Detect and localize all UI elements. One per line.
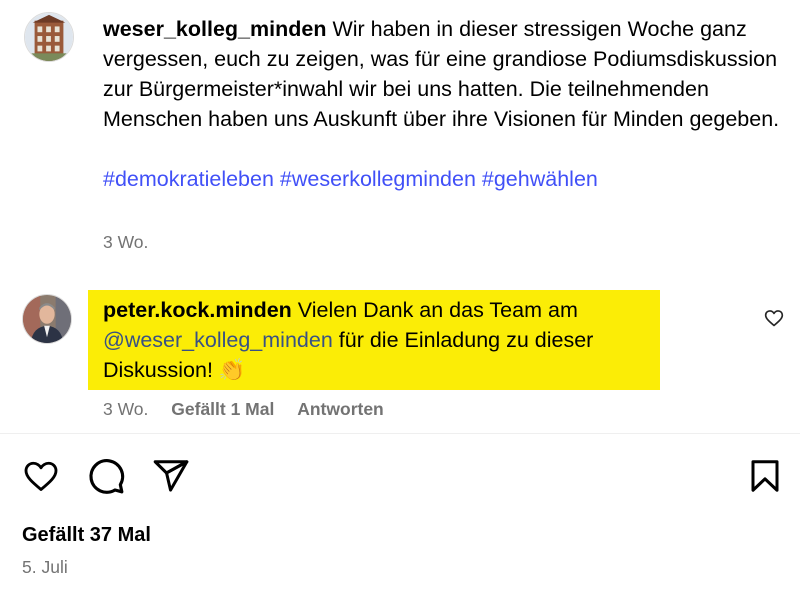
send-icon[interactable] [152, 457, 190, 495]
hashtag-link[interactable]: #demokratieleben [103, 167, 274, 191]
building-photo [25, 13, 73, 61]
comment-body-start: Vielen Dank an das Team am [297, 298, 578, 322]
commenter-avatar[interactable] [22, 294, 72, 344]
divider [0, 433, 800, 434]
post-caption: weser_kolleg_minden Wir haben in dieser … [103, 14, 783, 194]
hashtag-list: #demokratieleben #weserkollegminden #geh… [103, 164, 783, 194]
comment-username[interactable]: peter.kock.minden [103, 298, 292, 322]
post-date[interactable]: 5. Juli [22, 557, 68, 578]
bookmark-icon[interactable] [747, 457, 783, 495]
heart-icon[interactable] [22, 458, 60, 494]
hashtag-link[interactable]: #weserkollegminden [280, 167, 476, 191]
comment-text: peter.kock.minden Vielen Dank an das Tea… [103, 295, 653, 385]
comment-meta: 3 Wo. Gefällt 1 Mal Antworten [103, 399, 384, 420]
comment-likes-button[interactable]: Gefällt 1 Mal [171, 399, 274, 419]
mention-link[interactable]: @weser_kolleg_minden [103, 328, 333, 352]
post-author-avatar[interactable] [24, 12, 74, 62]
caption-time[interactable]: 3 Wo. [103, 232, 148, 253]
caption-username[interactable]: weser_kolleg_minden [103, 17, 326, 41]
comment-like-icon[interactable] [764, 308, 784, 328]
person-photo [23, 295, 71, 343]
hashtag-link[interactable]: #gehwählen [482, 167, 598, 191]
comment-time[interactable]: 3 Wo. [103, 399, 148, 419]
comment-icon[interactable] [86, 456, 126, 496]
likes-count[interactable]: Gefällt 37 Mal [22, 524, 151, 547]
reply-button[interactable]: Antworten [297, 399, 384, 419]
